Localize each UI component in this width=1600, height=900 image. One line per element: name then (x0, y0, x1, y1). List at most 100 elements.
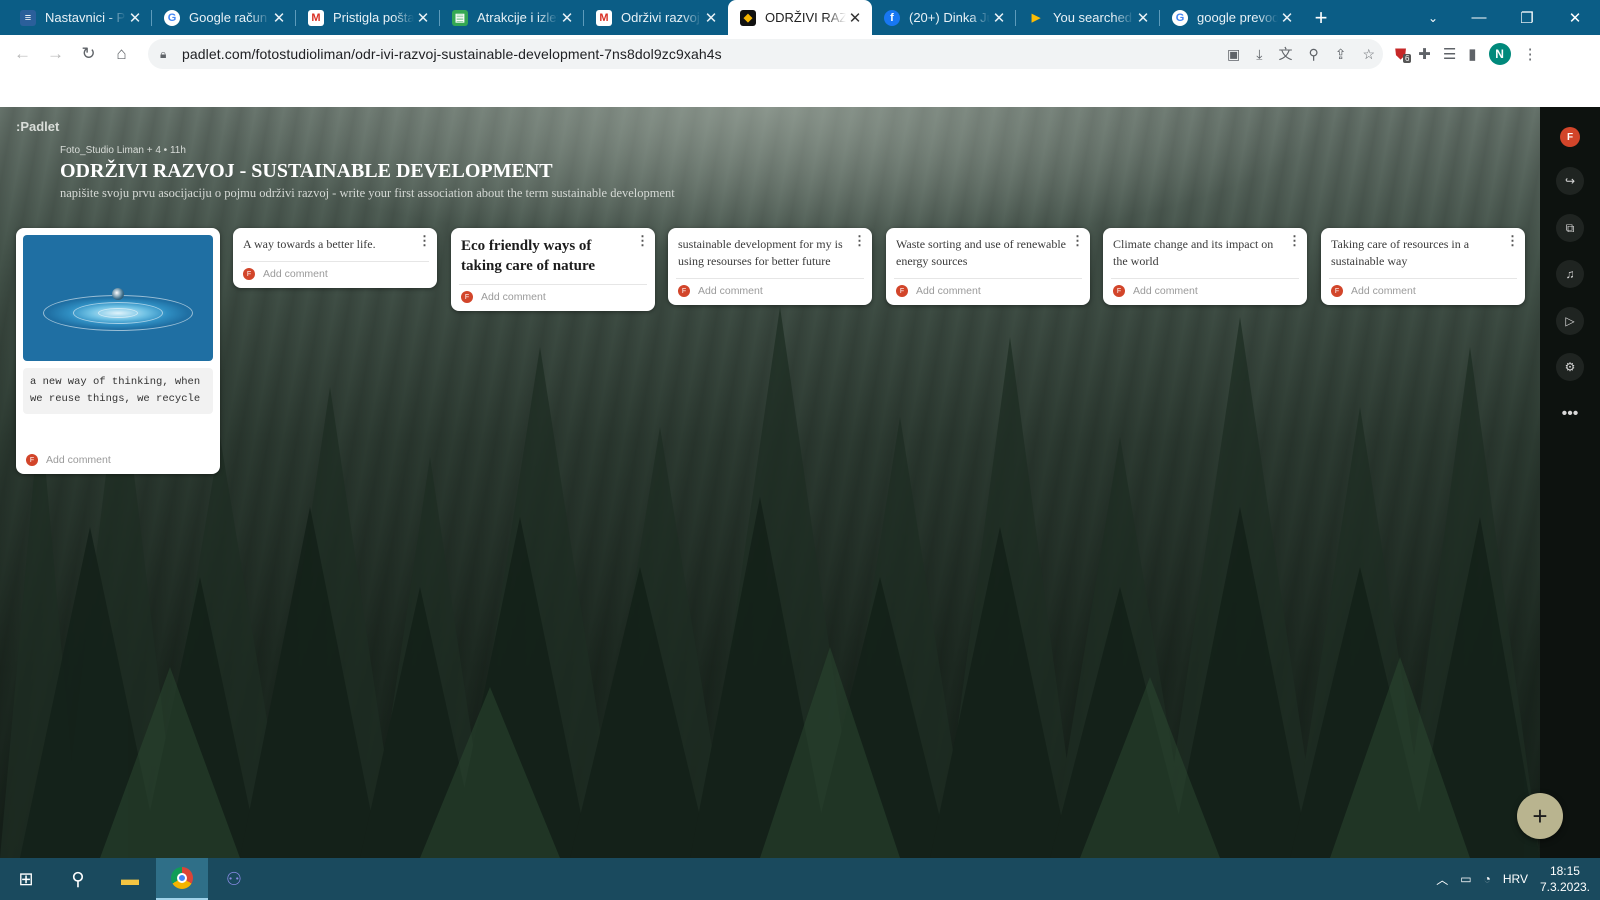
post-card[interactable]: ⋮ Waste sorting and use of renewable ene… (886, 228, 1090, 305)
close-tab-icon[interactable]: ✕ (558, 9, 576, 27)
close-tab-icon[interactable]: ✕ (1278, 9, 1296, 27)
windows-start-icon[interactable]: ⊞ (0, 858, 52, 900)
tab-search-icon[interactable]: ⌄ (1410, 0, 1456, 35)
gmail-icon: M (596, 9, 612, 26)
tab-odrzivi-razvoj-mail[interactable]: M Održivi razvoj ✕ (584, 0, 728, 35)
profile-avatar[interactable]: N (1488, 43, 1511, 65)
tab-google-racun[interactable]: G Google račun ✕ (152, 0, 296, 35)
remake-icon[interactable]: ⧉ (1556, 214, 1584, 242)
share-arrow-icon[interactable]: ↪ (1556, 167, 1584, 195)
post-card[interactable]: ⋮ Taking care of resources in a sustaina… (1321, 228, 1525, 305)
home-button[interactable]: ⌂ (105, 38, 138, 71)
tray-chevron-icon[interactable]: ︿ (1436, 871, 1448, 888)
forest-background (0, 307, 1540, 858)
bookmark-star-icon[interactable]: ☆ (1362, 46, 1375, 63)
post-text: a new way of thinking, when we reuse thi… (23, 368, 213, 414)
share-icon[interactable]: ⇪ (1335, 46, 1347, 63)
language-indicator[interactable]: HRV (1503, 872, 1528, 886)
water-drop-image[interactable] (23, 235, 213, 361)
close-tab-icon[interactable]: ✕ (702, 9, 720, 27)
close-tab-icon[interactable]: ✕ (270, 9, 288, 27)
user-avatar: F (26, 454, 38, 466)
tab-odrzivi-razvoj-padlet[interactable]: ◆ ODRŽIVI RAZVOJ ✕ (728, 0, 872, 35)
wifi-icon[interactable]: ◔ (1484, 872, 1491, 886)
add-comment-placeholder: Add comment (46, 454, 111, 466)
post-menu-icon[interactable]: ⋮ (418, 233, 431, 249)
add-comment-placeholder: Add comment (481, 291, 546, 303)
tab-title: Atrakcije i izleti (477, 10, 558, 25)
clock-time: 18:15 (1549, 864, 1580, 878)
add-comment[interactable]: F Add comment (886, 279, 1090, 305)
side-panel-icon[interactable]: ▮ (1468, 45, 1476, 63)
slideshow-play-icon[interactable]: ▷ (1556, 307, 1584, 335)
padlet-logo[interactable]: :Padlet (16, 119, 59, 134)
account-avatar[interactable]: F (1560, 127, 1580, 147)
restore-button[interactable]: ❐ (1504, 0, 1550, 35)
search-icon[interactable]: ⚲ (52, 858, 104, 900)
add-post-button[interactable]: + (1517, 793, 1563, 839)
minimize-button[interactable]: — (1456, 0, 1502, 35)
more-options-icon[interactable]: ••• (1556, 400, 1584, 428)
close-tab-icon[interactable]: ✕ (990, 9, 1008, 27)
teams-icon[interactable]: ⚇ (208, 858, 260, 900)
clock[interactable]: 18:15 7.3.2023. (1540, 863, 1590, 895)
zoom-icon[interactable]: ⚲ (1308, 46, 1318, 63)
post-menu-icon[interactable]: ⋮ (1506, 233, 1519, 249)
close-window-button[interactable]: ✕ (1552, 0, 1598, 35)
puzzle-icon[interactable]: ✚ (1418, 45, 1431, 63)
padlet-icon: ≡ (20, 9, 36, 26)
settings-gear-icon[interactable]: ⚙ (1556, 353, 1584, 381)
add-comment[interactable]: F Add comment (1321, 279, 1525, 305)
back-button[interactable]: ← (6, 38, 39, 71)
post-card[interactable]: ⋮ a new way of thinking, when we reuse t… (16, 228, 220, 474)
close-tab-icon[interactable]: ✕ (126, 9, 144, 27)
reading-list-icon[interactable]: ☰ (1443, 45, 1456, 63)
lock-icon[interactable]: 🔒︎ (160, 47, 174, 62)
add-comment[interactable]: F Add comment (451, 285, 655, 311)
post-card[interactable]: ⋮ A way towards a better life. F Add com… (233, 228, 437, 288)
cast-blocked-icon[interactable]: ▣ (1227, 46, 1240, 63)
add-comment[interactable]: F Add comment (1103, 279, 1307, 305)
add-comment[interactable]: F Add comment (233, 262, 437, 288)
reload-button[interactable]: ↻ (72, 38, 105, 71)
tab-nastavnici[interactable]: ≡ Nastavnici - Padlet ✕ (8, 0, 152, 35)
post-card[interactable]: ⋮ Eco friendly ways of taking care of na… (451, 228, 655, 311)
close-tab-icon[interactable]: ✕ (414, 9, 432, 27)
add-comment-placeholder: Add comment (698, 285, 763, 297)
tab-pristigla-posta[interactable]: M Pristigla pošta ✕ (296, 0, 440, 35)
install-app-icon[interactable]: ⤓ (1256, 46, 1262, 63)
post-menu-icon[interactable]: ⋮ (636, 233, 649, 249)
file-explorer-icon[interactable]: ▬ (104, 858, 156, 900)
facebook-icon: f (884, 9, 900, 26)
url-text[interactable]: padlet.com/fotostudioliman/odr-ivi-razvo… (182, 46, 722, 62)
post-menu-icon[interactable]: ⋮ (1288, 233, 1301, 249)
post-card[interactable]: ⋮ sustainable development for my is usin… (668, 228, 872, 305)
chrome-taskbar-icon[interactable] (156, 858, 208, 900)
menu-kebab-icon[interactable]: ⋮ (1523, 45, 1538, 63)
battery-icon[interactable]: ▭ (1460, 872, 1471, 886)
user-avatar: F (678, 285, 690, 297)
post-menu-icon[interactable]: ⋮ (853, 233, 866, 249)
extension-shield-icon[interactable]: ⛊ 6 (1395, 46, 1412, 63)
tab-title: ODRŽIVI RAZVOJ (765, 10, 846, 25)
add-comment-placeholder: Add comment (1351, 285, 1416, 297)
close-tab-icon[interactable]: ✕ (1134, 9, 1152, 27)
address-bar[interactable]: 🔒︎ padlet.com/fotostudioliman/odr-ivi-ra… (148, 39, 1383, 69)
add-comment[interactable]: F Add comment (668, 279, 872, 305)
notifications-bell-icon[interactable]: ♫ (1556, 260, 1584, 288)
tab-google-prevod[interactable]: G google prevod ✕ (1160, 0, 1304, 35)
post-card[interactable]: ⋮ Climate change and its impact on the w… (1103, 228, 1307, 305)
post-title: Eco friendly ways of taking care of natu… (461, 238, 596, 274)
new-tab-button[interactable]: + (1304, 0, 1338, 35)
tab-atrakcije[interactable]: ▤ Atrakcije i izleti ✕ (440, 0, 584, 35)
post-menu-icon[interactable]: ⋮ (1071, 233, 1084, 249)
add-comment[interactable]: F Add comment (16, 448, 220, 474)
user-avatar: F (243, 268, 255, 280)
forward-button[interactable]: → (39, 38, 72, 71)
translate-icon[interactable]: 文 (1278, 44, 1292, 64)
close-tab-icon[interactable]: ✕ (846, 9, 864, 27)
tab-title: google prevod (1197, 10, 1278, 25)
tab-you-searched[interactable]: ▶ You searched ✕ (1016, 0, 1160, 35)
tab-facebook[interactable]: f (20+) Dinka Ju ✕ (872, 0, 1016, 35)
page-top-band (0, 73, 1600, 107)
